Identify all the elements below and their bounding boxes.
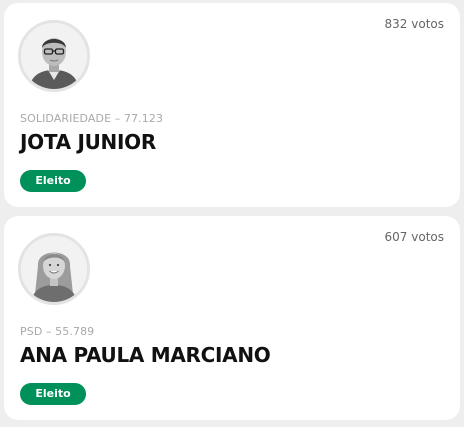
- candidate-photo-man-icon: [18, 20, 90, 92]
- candidate-name: ANA PAULA MARCIANO: [20, 343, 271, 367]
- elected-status-badge: Eleito: [20, 383, 86, 405]
- candidate-photo-woman-icon: [18, 233, 90, 305]
- candidate-card[interactable]: 607 votos PSD – 55.789 ANA PAULA MARCIAN…: [4, 216, 460, 420]
- vote-count: 832 votos: [384, 17, 444, 31]
- candidate-card[interactable]: 832 votos SOLIDARIEDADE – 77.123 JOTA JU…: [4, 3, 460, 207]
- elected-status-badge: Eleito: [20, 170, 86, 192]
- vote-count: 607 votos: [384, 230, 444, 244]
- candidate-name: JOTA JUNIOR: [20, 130, 156, 154]
- party-and-number: PSD – 55.789: [20, 325, 95, 338]
- party-and-number: SOLIDARIEDADE – 77.123: [20, 112, 164, 125]
